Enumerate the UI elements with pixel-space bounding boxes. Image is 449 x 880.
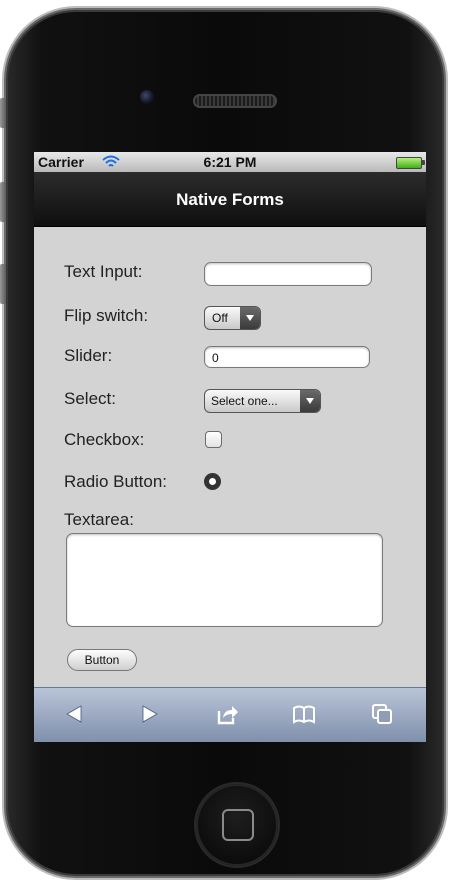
page-title: Native Forms xyxy=(176,190,284,209)
textarea-field[interactable] xyxy=(66,533,383,627)
select-dropdown[interactable]: Select one... xyxy=(204,389,321,413)
nav-bar: Native Forms xyxy=(34,172,426,227)
slider-input[interactable]: 0 xyxy=(204,346,370,368)
flip-switch-arrow xyxy=(240,307,260,329)
textarea-label: Textarea: xyxy=(64,510,134,529)
form-content: Text Input: Flip switch: Off Slider: 0 S… xyxy=(34,227,426,687)
back-arrow-icon[interactable] xyxy=(62,702,86,726)
earpiece-speaker xyxy=(193,94,277,108)
select-value: Select one... xyxy=(211,394,278,408)
status-bar: Carrier 6:21 PM xyxy=(34,152,426,172)
status-time: 6:21 PM xyxy=(203,154,257,170)
browser-toolbar xyxy=(34,687,426,742)
flip-switch-value: Off xyxy=(212,311,228,325)
volume-up-button xyxy=(0,182,6,222)
battery-icon xyxy=(396,157,425,169)
text-input-field[interactable] xyxy=(204,262,372,286)
tabs-icon[interactable] xyxy=(370,702,394,726)
flip-switch-label: Flip switch: xyxy=(64,306,149,325)
checkbox-label: Checkbox: xyxy=(64,430,145,449)
volume-down-button xyxy=(0,264,6,304)
text-input-label: Text Input: xyxy=(64,262,143,281)
home-button[interactable] xyxy=(196,784,278,866)
bookmarks-icon[interactable] xyxy=(292,702,316,726)
radio-button[interactable] xyxy=(204,473,221,490)
submit-button[interactable]: Button xyxy=(67,649,137,671)
phone-screen: Carrier 6:21 PM Native Forms Text Input:… xyxy=(34,152,426,742)
slider-label: Slider: xyxy=(64,346,113,365)
checkbox[interactable] xyxy=(205,431,222,448)
flip-switch[interactable]: Off xyxy=(204,306,261,330)
radio-button-label: Radio Button: xyxy=(64,472,168,491)
forward-arrow-icon[interactable] xyxy=(138,702,162,726)
chevron-down-icon xyxy=(306,398,314,404)
home-button-square-icon xyxy=(222,809,254,841)
select-arrow xyxy=(300,390,320,412)
mute-switch xyxy=(0,98,6,128)
select-label: Select: xyxy=(64,389,116,408)
share-icon[interactable] xyxy=(216,702,240,726)
front-camera xyxy=(140,90,154,104)
chevron-down-icon xyxy=(246,315,254,321)
